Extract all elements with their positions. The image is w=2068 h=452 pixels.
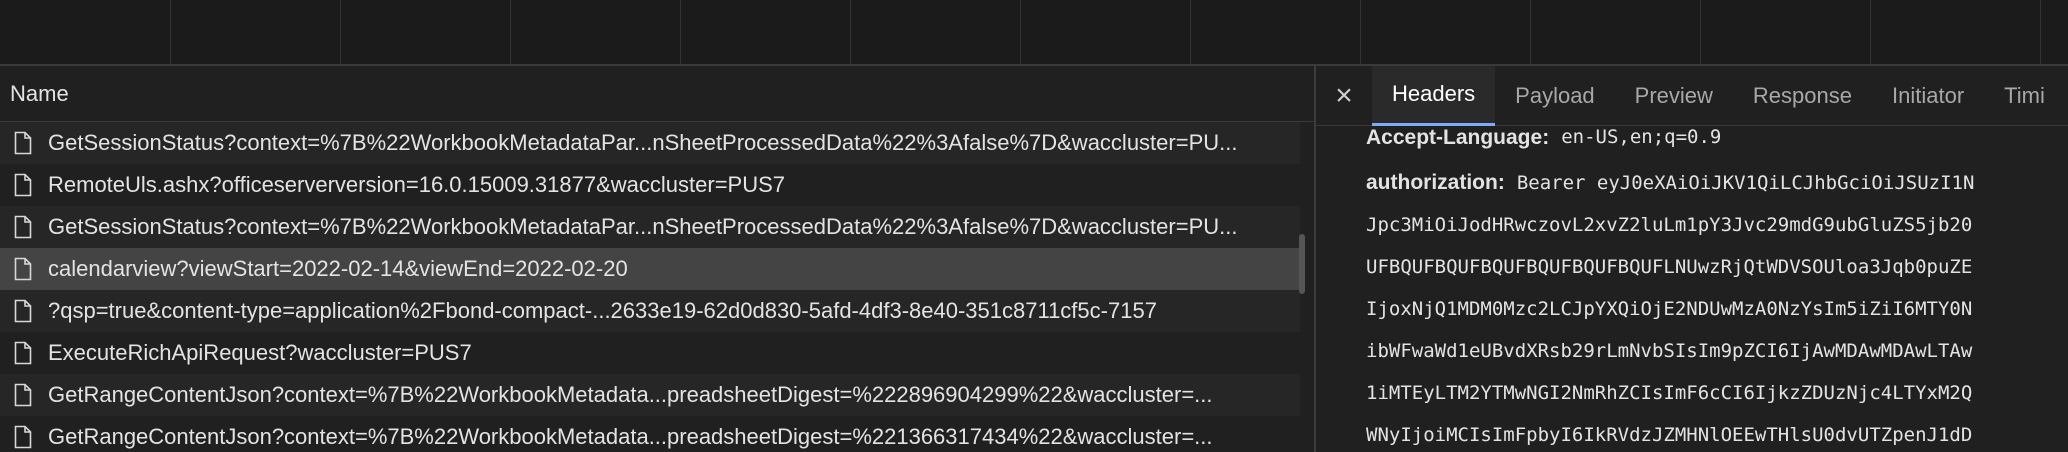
tab-initiator[interactable]: Initiator (1872, 66, 1984, 126)
request-row[interactable]: ExecuteRichApiRequest?waccluster=PUS7 (0, 332, 1300, 374)
request-name: GetSessionStatus?context=%7B%22WorkbookM… (48, 130, 1238, 155)
header-value-continuation: 1iMTEyLTM2YTMwNGI2NmRhZCIsImF6cCI6IjkzZD… (1316, 372, 2068, 414)
network-timeline-overview[interactable] (0, 0, 2068, 66)
request-name: GetRangeContentJson?context=%7B%22Workbo… (48, 424, 1213, 449)
header-value: IjoxNjQ1MDM0Mzc2LCJpYXQiOjE2NDUwMzA0NzYs… (1366, 298, 1973, 320)
timeline-gridline (1190, 0, 1191, 64)
request-name: ExecuteRichApiRequest?waccluster=PUS7 (48, 340, 472, 365)
request-rows: GetSessionStatus?context=%7B%22WorkbookM… (0, 122, 1300, 452)
request-row[interactable]: RemoteUls.ashx?officeserverversion=16.0.… (0, 164, 1300, 206)
request-row[interactable]: GetRangeContentJson?context=%7B%22Workbo… (0, 374, 1300, 416)
request-row[interactable]: GetSessionStatus?context=%7B%22WorkbookM… (0, 122, 1300, 164)
request-row[interactable]: GetRangeContentJson?context=%7B%22Workbo… (0, 416, 1300, 452)
tab-label: Response (1752, 82, 1852, 108)
header-value-continuation: WNyIjoiMCIsImFpbyI6IkRVdzJZMHNlOEEwTHlsU… (1316, 414, 2068, 452)
file-icon (14, 299, 32, 323)
header-key: authorization: (1366, 171, 1505, 194)
file-icon (14, 215, 32, 239)
file-icon (14, 341, 32, 365)
header-value: WNyIjoiMCIsImFpbyI6IkRVdzJZMHNlOEEwTHlsU… (1366, 424, 1973, 446)
timeline-gridline (510, 0, 511, 64)
name-column-header[interactable]: Name (0, 66, 1314, 122)
request-row[interactable]: GetSessionStatus?context=%7B%22WorkbookM… (0, 206, 1300, 248)
tab-timi[interactable]: Timi (1984, 66, 2065, 126)
tab-label: Timi (2004, 82, 2045, 108)
tab-label: Initiator (1892, 82, 1965, 108)
header-value-continuation: IjoxNjQ1MDM0Mzc2LCJpYXQiOjE2NDUwMzA0NzYs… (1316, 288, 2068, 330)
request-list-scrollbar[interactable] (1298, 164, 1306, 452)
tab-payload[interactable]: Payload (1495, 66, 1615, 126)
tab-label: Preview (1634, 82, 1713, 108)
header-value: 1iMTEyLTM2YTMwNGI2NmRhZCIsImF6cCI6IjkzZD… (1366, 382, 1973, 404)
file-icon (14, 131, 32, 155)
request-name: calendarview?viewStart=2022-02-14&viewEn… (48, 256, 628, 281)
header-value-continuation: ibWFwaWd1eUBvdXRsb29rLmNvbSIsIm9pZCI6IjA… (1316, 330, 2068, 372)
request-row[interactable]: ?qsp=true&content-type=application%2Fbon… (0, 290, 1300, 332)
request-name: GetSessionStatus?context=%7B%22WorkbookM… (48, 214, 1238, 239)
request-row[interactable]: calendarview?viewStart=2022-02-14&viewEn… (0, 248, 1300, 290)
request-list-pane: Name GetSessionStatus?context=%7B%22Work… (0, 66, 1314, 452)
header-authorization: authorization: Bearer eyJ0eXAiOiJKV1QiLC… (1316, 162, 2068, 204)
file-icon (14, 383, 32, 407)
request-name: ?qsp=true&content-type=application%2Fbon… (48, 298, 1157, 323)
file-icon (14, 257, 32, 281)
header-value: en-US,en;q=0.9 (1561, 126, 1722, 148)
request-name: RemoteUls.ashx?officeserverversion=16.0.… (48, 172, 786, 197)
header-value: ibWFwaWd1eUBvdXRsb29rLmNvbSIsIm9pZCI6IjA… (1366, 340, 1973, 362)
tab-headers[interactable]: Headers (1372, 66, 1496, 126)
scrollbar-thumb[interactable] (1299, 234, 1305, 294)
timeline-gridline (170, 0, 171, 64)
header-accept-language: Accept-Language: en-US,en;q=0.9 (1316, 126, 2068, 162)
timeline-gridline (1020, 0, 1021, 64)
tab-label: Headers (1392, 81, 1476, 106)
header-value-continuation: Jpc3MiOiJodHRwczovL2xvZ2luLm1pY3Jvc29mdG… (1316, 204, 2068, 246)
timeline-gridline (1360, 0, 1361, 64)
request-details-pane: × Headers Payload Preview Response Initiator… (1316, 66, 2068, 452)
timeline-gridline (340, 0, 341, 64)
timeline-gridline (850, 0, 851, 64)
request-name: GetRangeContentJson?context=%7B%22Workbo… (48, 382, 1213, 407)
timeline-gridline (680, 0, 681, 64)
headers-content: Accept-Language: en-US,en;q=0.9 authoriz… (1316, 126, 2068, 452)
timeline-gridline (1700, 0, 1701, 64)
timeline-gridline (1870, 0, 1871, 64)
tab-label: Payload (1515, 82, 1595, 108)
header-value: UFBQUFBQUFBQUFBQUFBQUFBQUFLNUwzRjQtWDVSO… (1366, 256, 1973, 278)
timeline-gridline (2040, 0, 2041, 64)
tab-preview[interactable]: Preview (1615, 66, 1733, 126)
header-key: Accept-Language: (1366, 126, 1550, 149)
file-icon (14, 425, 32, 449)
header-value-continuation: UFBQUFBQUFBQUFBQUFBQUFBQUFLNUwzRjQtWDVSO… (1316, 246, 2068, 288)
tab-response[interactable]: Response (1733, 66, 1872, 126)
header-value: Bearer eyJ0eXAiOiJKV1QiLCJhbGciOiJSUzI1N (1516, 172, 1975, 194)
details-tab-bar: × Headers Payload Preview Response Initiator… (1316, 66, 2068, 126)
name-column-label: Name (10, 80, 69, 106)
header-value: Jpc3MiOiJodHRwczovL2xvZ2luLm1pY3Jvc29mdG… (1366, 214, 1973, 236)
close-icon: × (1335, 78, 1353, 112)
close-details-button[interactable]: × (1316, 66, 1372, 126)
file-icon (14, 173, 32, 197)
timeline-gridline (1530, 0, 1531, 64)
